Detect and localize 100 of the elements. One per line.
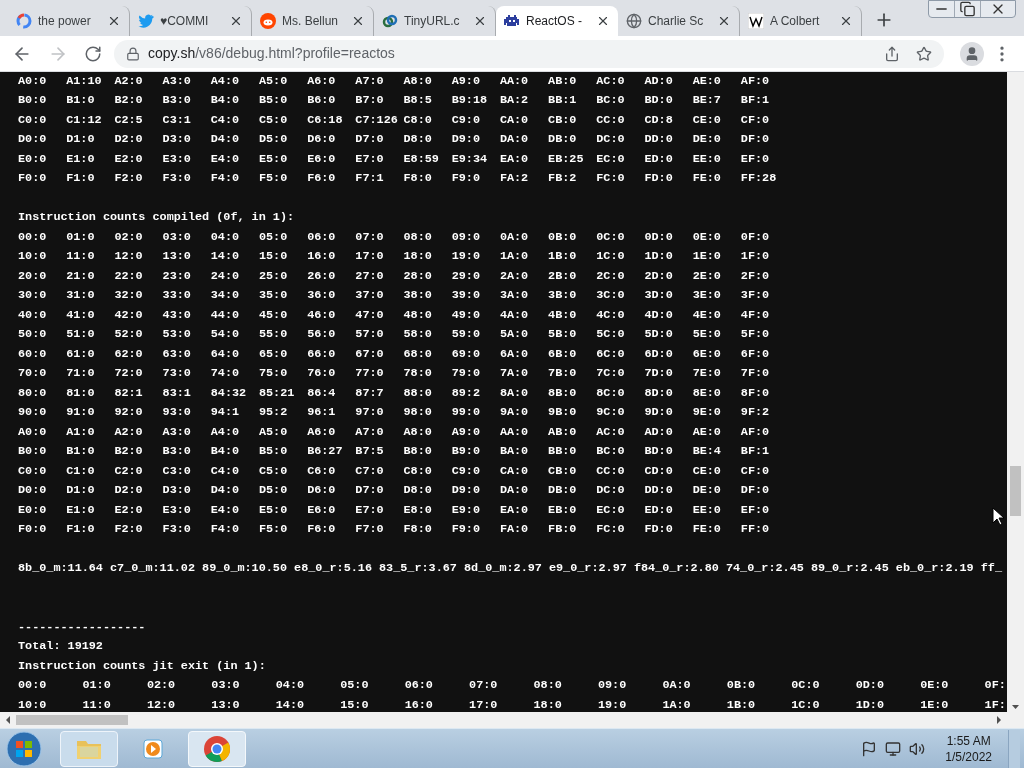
scroll-thumb[interactable]: [16, 715, 128, 725]
count-entry: 29:0: [451, 267, 481, 285]
count-entry: C5:0: [258, 111, 289, 129]
close-icon[interactable]: [473, 14, 487, 28]
count-entry: 6F:0: [740, 345, 771, 363]
count-entry: E1:0: [66, 501, 96, 519]
count-entry: 15:0: [340, 696, 370, 712]
count-entry: BB:0: [548, 443, 578, 461]
count-entry: C3:1: [162, 111, 192, 129]
profile-avatar[interactable]: [960, 41, 984, 66]
close-icon[interactable]: [351, 14, 365, 28]
count-entry: CB:0: [548, 111, 578, 129]
count-entry: D2:0: [114, 131, 144, 149]
console-line: Instruction counts jit exit (in 1):: [18, 657, 266, 675]
count-entry: 7A:0: [499, 365, 530, 383]
count-entry: A2:0: [114, 423, 144, 441]
count-entry: 0D:0: [644, 228, 674, 246]
scroll-thumb[interactable]: [1010, 466, 1021, 516]
count-entry: 0A:0: [662, 677, 692, 695]
count-entry: 84:32: [210, 384, 248, 402]
count-entry: 76:0: [307, 365, 337, 383]
count-entry: BE:4: [692, 443, 722, 461]
close-icon[interactable]: [839, 14, 853, 28]
count-entry: BF:1: [740, 92, 771, 110]
close-icon[interactable]: [596, 14, 610, 28]
space-invader-icon: [504, 13, 520, 29]
count-entry: 8E:0: [692, 384, 722, 402]
count-entry: C4:0: [210, 462, 241, 480]
count-entry: 13:0: [211, 696, 241, 712]
count-entry: A8:0: [403, 72, 433, 90]
count-entry: 7F:0: [740, 365, 771, 383]
count-entry: B7:0: [355, 92, 385, 110]
count-entry: A8:0: [403, 423, 433, 441]
count-entry: 6C:0: [596, 345, 626, 363]
horizontal-scrollbar[interactable]: [0, 712, 1024, 728]
close-icon[interactable]: [717, 14, 731, 28]
count-entry: 7C:0: [596, 365, 626, 383]
count-entry: 0D:0: [855, 677, 885, 695]
address-bar[interactable]: copy.sh/v86/debug.html?profile=reactos: [114, 39, 944, 68]
clock[interactable]: 1:55 AM 1/5/2022: [945, 732, 992, 765]
count-entry: F9:0: [451, 521, 481, 539]
count-entry: 00:0: [18, 228, 48, 246]
count-entry: C0:0: [18, 462, 48, 480]
count-entry: 05:0: [258, 228, 289, 246]
count-entry: A3:0: [162, 72, 192, 90]
chrome-button[interactable]: [188, 730, 246, 767]
count-entry: 90:0: [18, 404, 48, 422]
count-entry: 7B:0: [548, 365, 578, 383]
count-entry: 45:0: [258, 306, 289, 324]
count-entry: EA:0: [499, 150, 530, 168]
count-entry: BD:0: [644, 92, 674, 110]
count-entry: A5:0: [258, 423, 289, 441]
count-entry: AC:0: [596, 423, 626, 441]
count-entry: A4:0: [210, 423, 241, 441]
count-entry: E7:0: [355, 501, 385, 519]
count-entry: EF:0: [740, 150, 771, 168]
count-entry: E5:0: [258, 501, 289, 519]
count-entry: A6:0: [307, 72, 337, 90]
count-entry: C8:0: [403, 111, 433, 129]
count-entry: 1B:0: [726, 696, 757, 712]
count-entry: CF:0: [740, 462, 771, 480]
reload-icon[interactable]: [84, 44, 102, 63]
count-entry: E4:0: [210, 150, 241, 168]
flag-icon[interactable]: [861, 740, 878, 757]
close-icon[interactable]: [229, 14, 243, 28]
vertical-scrollbar[interactable]: [1007, 72, 1024, 712]
chain-link-icon: [382, 13, 398, 29]
count-entry: A1:10: [66, 72, 103, 90]
count-entry: 4A:0: [499, 306, 530, 324]
close-icon[interactable]: [107, 14, 121, 28]
count-entry: 74:0: [210, 365, 241, 383]
count-entry: 09:0: [451, 228, 481, 246]
count-entry: 5C:0: [596, 326, 626, 344]
count-entry: FC:0: [596, 521, 626, 539]
count-entry: 7D:0: [644, 365, 674, 383]
start-orb-icon[interactable]: [4, 729, 44, 768]
count-entry: 8A:0: [499, 384, 530, 402]
bookmark-star-icon[interactable]: [916, 45, 932, 62]
count-entry: CD:8: [644, 111, 674, 129]
count-entry: DE:0: [692, 482, 722, 500]
count-entry: E4:0: [210, 501, 241, 519]
count-entry: D3:0: [162, 131, 192, 149]
browser-tab[interactable]: ReactOS -: [496, 6, 618, 36]
count-entry: CA:0: [499, 462, 530, 480]
count-entry: 80:0: [18, 384, 48, 402]
count-entry: 60:0: [18, 345, 48, 363]
speaker-icon[interactable]: [909, 740, 926, 757]
network-icon[interactable]: [885, 740, 902, 757]
share-icon[interactable]: [884, 45, 900, 62]
count-entry: 20:0: [18, 267, 48, 285]
count-entry: 5F:0: [740, 326, 771, 344]
count-entry: F5:0: [258, 521, 289, 539]
count-entry: 50:0: [18, 326, 48, 344]
count-entry: D3:0: [162, 482, 192, 500]
count-entry: 6D:0: [644, 345, 674, 363]
count-entry: 2E:0: [692, 267, 722, 285]
count-entry: FC:0: [596, 170, 626, 188]
count-entry: A2:0: [114, 72, 144, 90]
count-entry: 94:1: [210, 404, 241, 422]
count-entry: F8:0: [403, 170, 433, 188]
